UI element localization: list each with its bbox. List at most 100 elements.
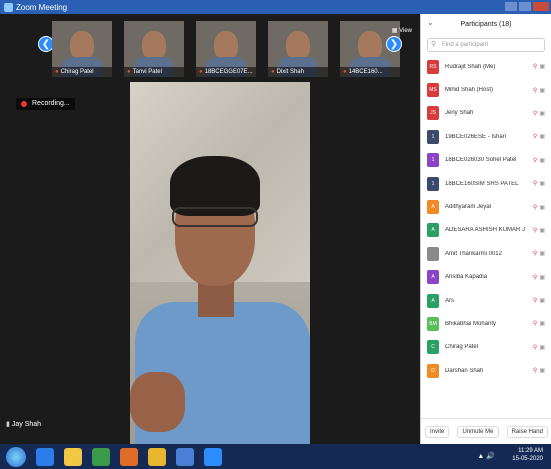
participant-name: Amit Thankarmi 0012 [445,250,502,257]
participant-name: Bhikabhai Mohanty [445,320,497,327]
participant-avatar: 1 [427,129,439,144]
system-clock[interactable]: 11:29 AM 15-05-2020 [512,447,543,463]
video-off-icon: ▣ [539,344,545,351]
video-off-icon: ▣ [539,110,545,117]
participant-row[interactable]: JS Jeny Shah ⚲ ▣ [421,102,551,125]
participant-status-icons: ⚲ ▣ [533,157,545,164]
participant-row[interactable]: BM Bhikabhai Mohanty ⚲ ▣ [421,312,551,335]
close-window-button[interactable] [533,2,549,11]
participant-name: ADESARA ASHISH KUMAR JASBI... [445,227,525,234]
video-off-icon: ▣ [539,157,545,164]
mic-muted-icon: ● [271,69,275,75]
participant-row[interactable]: D Darshan Shah ⚲ ▣ [421,359,551,382]
active-speaker-video [130,82,310,444]
participants-panel: ⌄ Participants (18) ⚲ Find a participant… [420,14,551,444]
participant-row[interactable]: A Ars ⚲ ▣ [421,289,551,312]
video-off-icon: ▣ [539,204,545,211]
video-off-icon: ▣ [539,87,545,94]
video-off-icon: ▣ [539,321,545,328]
participant-row[interactable]: A ADESARA ASHISH KUMAR JASBI... ⚲▣ [421,219,551,242]
participant-search-input[interactable]: ⚲ Find a participant [427,38,545,52]
participant-row[interactable]: C Chirag Patel ⚲ ▣ [421,336,551,359]
participant-status-icons: ⚲ ▣ [533,180,545,187]
thumbnail-name: Chirag Patel [60,69,94,75]
participant-name: Ars [445,297,454,304]
thumbnail-2[interactable]: ● Tanvi Patel [124,21,184,77]
participant-name: Jeny Shah [445,110,474,117]
system-tray-icons[interactable]: ▲ 🔊 [477,452,495,460]
participant-status-icons: ⚲ ▣ [533,133,545,140]
participant-status-icons: ⚲ ▣ [533,344,545,351]
mic-muted-icon: ⚲ [532,204,538,211]
participant-avatar: D [427,363,439,378]
mic-muted-icon: ⚲ [532,368,538,375]
participant-name: 18BCE026030 Sohel Patel [445,157,517,164]
mic-muted-icon: ⚲ [532,344,538,351]
video-off-icon: ▣ [539,298,545,305]
raise-hand-button[interactable]: Raise Hand [506,425,548,438]
participant-avatar: 1 [427,153,439,168]
view-button[interactable]: ▦ View [392,27,412,34]
participant-status-icons: ⚲ ▣ [533,227,545,234]
participant-avatar: A [427,200,439,215]
clock-time: 11:29 AM [518,448,543,454]
participant-name: 19BCE026ESE - Ishan [445,133,507,140]
mic-muted-icon: ⚲ [532,227,538,234]
app-icon[interactable] [176,447,194,466]
participant-status-icons: ⚲ ▣ [533,87,545,94]
participant-row[interactable]: 1 18BCE160SIM SHS PATEL ⚲ ▣ [421,172,551,195]
invite-button[interactable]: Invite [425,425,450,438]
thumbnail-4[interactable]: ● Dixit Shah [268,21,328,77]
participant-name: Chirag Patel [445,344,479,351]
participants-footer: Invite Unmute Me Raise Hand [421,418,551,444]
scroll-right-arrow-icon[interactable]: ❯ [386,36,402,52]
start-button[interactable] [6,446,26,467]
thumbnail-3[interactable]: ● 18BCEGGE07E... [196,21,256,77]
zoom-app-icon [4,2,13,12]
speaker-name-label: Jay Shah [11,421,42,428]
thumbnail-name-bar: ● Tanvi Patel [124,67,184,77]
participant-status-icons: ⚲ ▣ [533,320,545,327]
thumbnail-1[interactable]: ● Chirag Patel [52,21,112,77]
thumbnail-name: Tanvi Patel [132,69,162,75]
firefox-icon[interactable] [120,447,138,466]
window-controls [505,2,549,11]
maximize-button[interactable] [519,2,531,11]
participant-row[interactable]: Amit Thankarmi 0012 ⚲ ▣ [421,242,551,265]
participant-avatar: C [427,340,439,355]
media-app-icon[interactable] [92,447,110,466]
participant-row[interactable]: A Ansiba Kapadia ⚲ ▣ [421,266,551,289]
participant-name: Mihid Shah (Host) [445,87,494,94]
edge-browser-icon[interactable] [36,447,54,466]
video-off-icon: ▣ [539,181,545,188]
zoom-taskbar-icon[interactable] [204,447,222,466]
participant-avatar: 1 [427,176,439,191]
participant-avatar: BM [427,316,439,331]
thumbnail-name-bar: ● Dixit Shah [268,67,328,77]
mic-muted-icon: ⚲ [532,64,538,71]
thumbnail-name: 14BCE160... [348,69,383,75]
participant-status-icons: ⚲ ▣ [533,63,545,70]
grid-icon: ▦ [391,28,400,34]
record-dot-icon [21,101,27,107]
minimize-button[interactable] [505,2,517,11]
mic-muted-icon: ⚲ [532,298,538,305]
unmute-me-button[interactable]: Unmute Me [457,425,499,438]
thumbnail-name-bar: ● 18BCEGGE07E... [196,67,256,77]
mic-muted-icon: ⚲ [532,321,538,328]
participant-row[interactable]: 1 18BCE026030 Sohel Patel ⚲ ▣ [421,149,551,172]
participant-row[interactable]: A Adithyaram Jeyal ⚲ ▣ [421,195,551,218]
search-placeholder: Find a participant [442,42,489,48]
view-label: View [399,28,412,34]
chrome-icon[interactable] [148,447,166,466]
collapse-chevron-icon[interactable]: ⌄ [427,18,434,27]
participants-header: ⌄ Participants (18) [421,14,551,34]
participant-avatar: A [427,223,439,238]
participant-row[interactable]: 1 19BCE026ESE - Ishan ⚲ ▣ [421,125,551,148]
windows-taskbar: ▲ 🔊 11:29 AM 15-05-2020 [0,444,551,469]
file-explorer-icon[interactable] [64,447,82,466]
participant-row[interactable]: RS Rudrajit Shah (Me) ⚲ ▣ [421,55,551,78]
mic-muted-icon: ⚲ [532,134,538,141]
participant-status-icons: ⚲ ▣ [533,367,545,374]
participant-row[interactable]: MS Mihid Shah (Host) ⚲ ▣ [421,78,551,101]
